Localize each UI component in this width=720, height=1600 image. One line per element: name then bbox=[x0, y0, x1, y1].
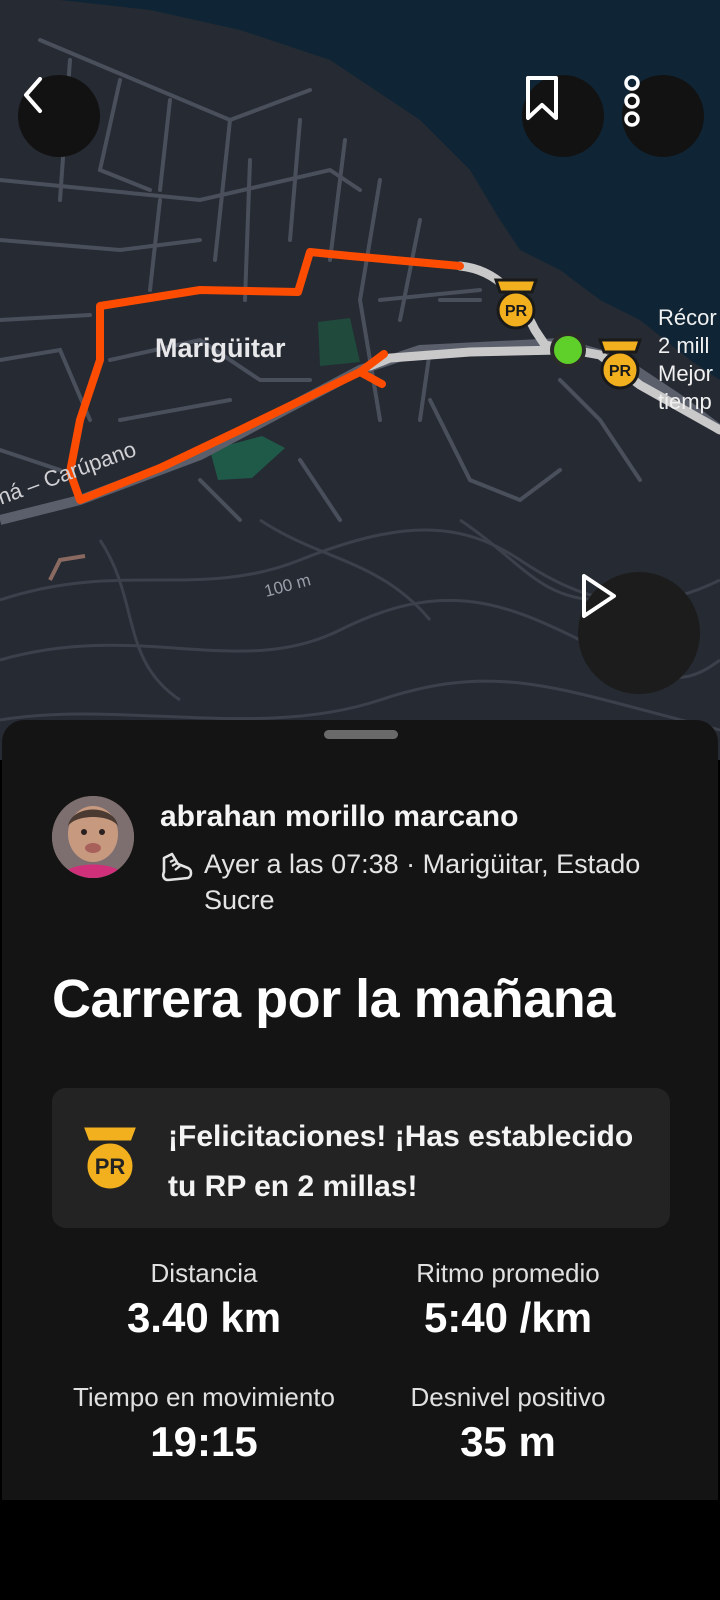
record-callout-line: tiemp bbox=[658, 389, 712, 414]
record-callout[interactable]: Récor 2 mill Mejor tiemp bbox=[658, 304, 717, 416]
pr-medal-label: PR bbox=[95, 1154, 126, 1179]
stat-elevation-gain: Desnivel positivo 35 m bbox=[328, 1380, 688, 1468]
stat-value: 5:40 /km bbox=[423, 1294, 593, 1341]
pr-achievement-card[interactable]: PR ¡Felicitaciones! ¡Has establecido tu … bbox=[52, 1088, 670, 1228]
bookmark-icon bbox=[526, 76, 558, 120]
stat-average-pace: Ritmo promedio 5:40 /km bbox=[328, 1256, 688, 1344]
avatar[interactable] bbox=[52, 796, 134, 878]
stat-label: Desnivel positivo bbox=[410, 1382, 606, 1412]
athlete-name[interactable]: abrahan morillo marcano bbox=[160, 800, 518, 834]
more-options-button[interactable] bbox=[622, 75, 704, 157]
pr-badge-icon[interactable]: PR bbox=[596, 336, 644, 390]
play-icon bbox=[582, 574, 616, 618]
stat-label: Ritmo promedio bbox=[416, 1258, 600, 1288]
system-navigation-bar bbox=[0, 1500, 720, 1600]
activity-meta: Ayer a las 07:38 · Marigüitar, Estado Su… bbox=[204, 849, 641, 915]
vertical-dots-icon bbox=[624, 75, 640, 127]
pr-badge-label: PR bbox=[609, 363, 632, 380]
sheet-drag-handle[interactable] bbox=[324, 730, 398, 739]
back-button[interactable] bbox=[18, 75, 100, 157]
pr-message: ¡Felicitaciones! ¡Has establecido tu RP … bbox=[168, 1120, 634, 1203]
bookmark-button[interactable] bbox=[522, 75, 604, 157]
play-flyover-button[interactable] bbox=[578, 572, 700, 694]
route-map[interactable]: PR PR Marigüitar ná – Carúpano 100 m Réc… bbox=[0, 0, 720, 760]
record-callout-line: Récor bbox=[658, 305, 717, 330]
stat-value: 35 m bbox=[460, 1418, 556, 1465]
running-shoe-icon bbox=[161, 852, 193, 882]
record-callout-line: 2 mill bbox=[658, 333, 710, 358]
pr-badge-icon[interactable]: PR bbox=[492, 276, 540, 330]
record-callout-line: Mejor bbox=[658, 361, 714, 386]
town-label: Marigüitar bbox=[155, 333, 286, 363]
activity-sheet: abrahan morillo marcano Ayer a las 07:38… bbox=[2, 720, 718, 1500]
chevron-left-icon bbox=[24, 77, 42, 113]
activity-title: Carrera por la mañana bbox=[52, 969, 615, 1029]
pr-medal-icon: PR bbox=[79, 1124, 141, 1192]
pr-badge-label: PR bbox=[505, 303, 528, 320]
